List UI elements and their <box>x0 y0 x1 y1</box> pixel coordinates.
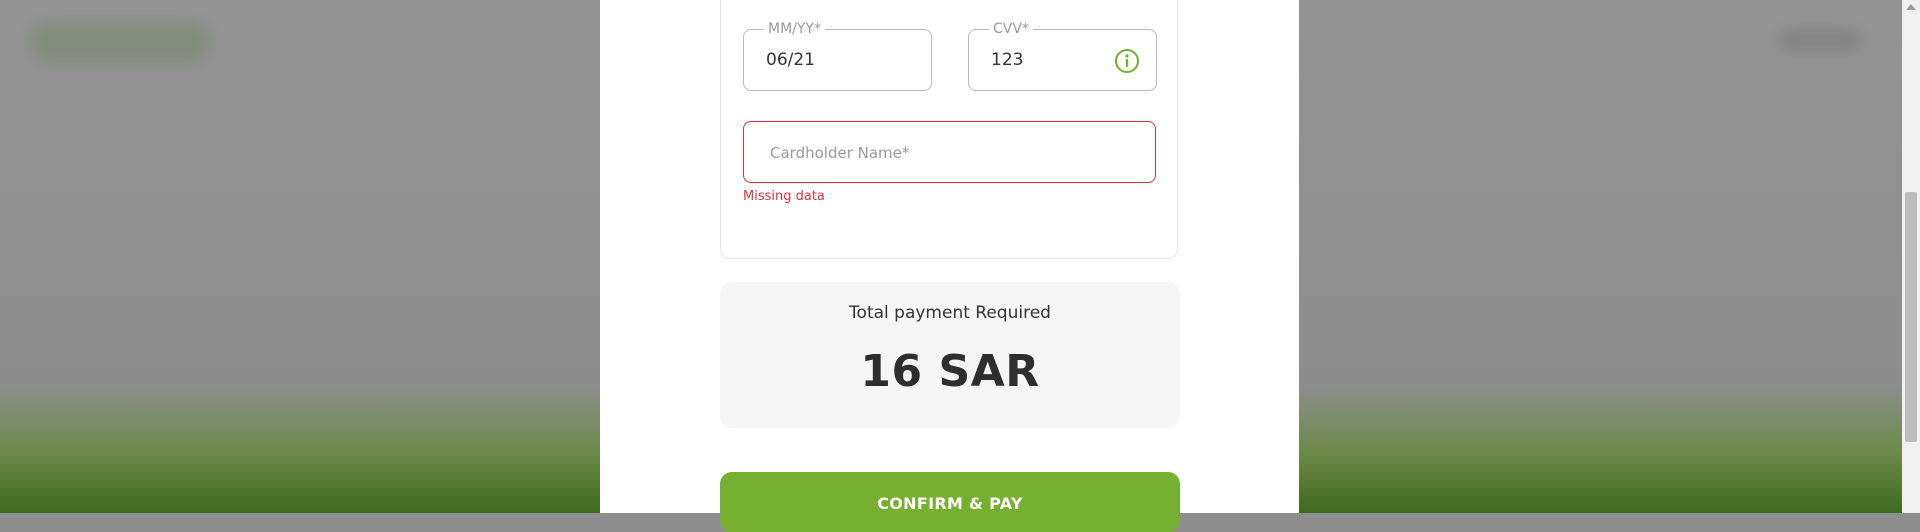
cvv-field[interactable]: CVV* 123 <box>968 20 1157 91</box>
expiry-label: MM/YY* <box>764 20 825 38</box>
cardholder-name-placeholder: Cardholder Name* <box>770 144 910 162</box>
total-payment-box: Total payment Required 16 SAR <box>720 282 1180 428</box>
blurred-logo <box>30 22 210 62</box>
cardholder-error-message: Missing data <box>743 189 825 204</box>
scrollbar-thumb[interactable] <box>1905 192 1917 442</box>
cardholder-name-field[interactable]: Cardholder Name* <box>743 121 1156 183</box>
page-scrollbar[interactable] <box>1902 0 1920 513</box>
confirm-and-pay-button[interactable]: CONFIRM & PAY <box>720 472 1180 532</box>
blurred-nav <box>1780 28 1860 52</box>
cvv-label: CVV* <box>989 20 1033 38</box>
total-payment-label: Total payment Required <box>849 303 1051 323</box>
expiry-field[interactable]: MM/YY* 06/21 <box>743 20 932 91</box>
scroll-up-arrow-icon[interactable] <box>1906 4 1916 10</box>
cvv-value[interactable]: 123 <box>991 49 1023 71</box>
total-payment-amount: 16 SAR <box>860 346 1040 397</box>
info-icon[interactable] <box>1114 48 1140 74</box>
payment-modal: MM/YY* 06/21 CVV* 123 Cardholder Name* M… <box>600 0 1299 532</box>
expiry-value[interactable]: 06/21 <box>766 49 815 71</box>
